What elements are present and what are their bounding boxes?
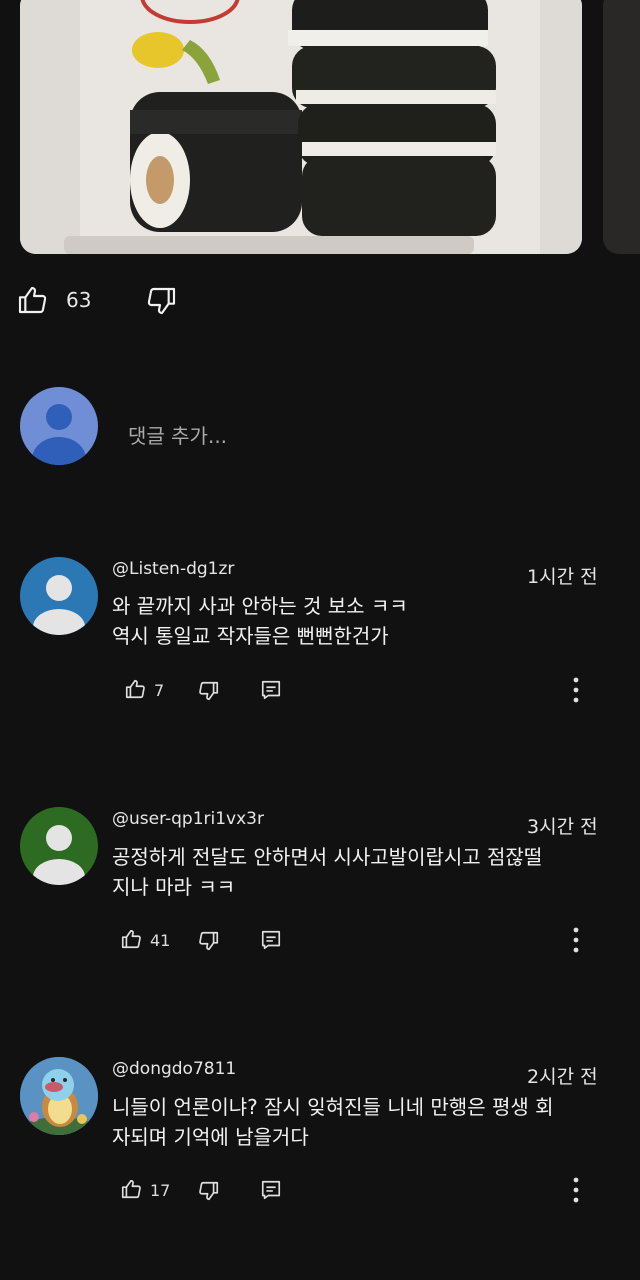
- reply-icon[interactable]: [260, 679, 282, 701]
- comment-like-count: 7: [154, 681, 165, 700]
- more-vertical-icon[interactable]: [566, 676, 586, 704]
- my-avatar: [20, 387, 98, 465]
- comment-text-line: 와 끝까지 사과 안하는 것 보소 ㅋㅋ: [112, 594, 408, 618]
- like-icon[interactable]: [120, 928, 142, 950]
- person-icon: [32, 404, 86, 465]
- comment-text: 와 끝까지 사과 안하는 것 보소 ㅋㅋ 역시 통일교 작자들은 뻔뻔한건가: [112, 591, 612, 651]
- dislike-icon[interactable]: [198, 930, 220, 952]
- more-vertical-icon[interactable]: [566, 1176, 586, 1204]
- reply-icon[interactable]: [260, 1179, 282, 1201]
- person-icon: [33, 575, 85, 635]
- post-like-count: 63: [66, 288, 92, 312]
- next-image-card[interactable]: [603, 0, 640, 254]
- comment-time: 1시간 전: [527, 566, 598, 588]
- more-vertical-icon[interactable]: [566, 926, 586, 954]
- comment-like-count: 41: [150, 931, 171, 950]
- comment-text: 공정하게 전달도 안하면서 시사고발이랍시고 점잖떨 지나 마라 ㅋㅋ: [112, 842, 612, 902]
- post-image[interactable]: [20, 0, 582, 254]
- dislike-icon[interactable]: [146, 285, 178, 317]
- comment-time: 3시간 전: [527, 816, 598, 838]
- comment-author[interactable]: @user-qp1ri1vx3r: [112, 809, 264, 829]
- gimbap-photo: [20, 0, 582, 254]
- squirtle-avatar-image: [20, 1057, 98, 1135]
- comment-author[interactable]: @Listen-dg1zr: [112, 559, 234, 579]
- person-icon: [33, 825, 85, 885]
- comment-text-line: 지나 마라 ㅋㅋ: [112, 875, 236, 899]
- commenter-avatar[interactable]: [20, 1057, 98, 1135]
- comment-text-line: 공정하게 전달도 안하면서 시사고발이랍시고 점잖떨: [112, 845, 543, 869]
- reply-icon[interactable]: [260, 929, 282, 951]
- like-icon[interactable]: [120, 1178, 142, 1200]
- commenter-avatar[interactable]: [20, 807, 98, 885]
- comment-author[interactable]: @dongdo7811: [112, 1059, 236, 1079]
- add-comment-input[interactable]: 댓글 추가...: [128, 420, 227, 449]
- dislike-icon[interactable]: [198, 1180, 220, 1202]
- comment-text-line: 니들이 언론이냐? 잠시 잊혀진들 니네 만행은 평생 회: [112, 1095, 554, 1119]
- like-icon[interactable]: [124, 678, 146, 700]
- comment-text-line: 자되며 기억에 남을거다: [112, 1125, 309, 1149]
- like-icon[interactable]: [16, 284, 48, 316]
- comment-time: 2시간 전: [527, 1066, 598, 1088]
- comment-text: 니들이 언론이냐? 잠시 잊혀진들 니네 만행은 평생 회 자되며 기억에 남을…: [112, 1092, 612, 1152]
- comment-like-count: 17: [150, 1181, 171, 1200]
- comment-text-line: 역시 통일교 작자들은 뻔뻔한건가: [112, 624, 389, 648]
- dislike-icon[interactable]: [198, 680, 220, 702]
- commenter-avatar[interactable]: [20, 557, 98, 635]
